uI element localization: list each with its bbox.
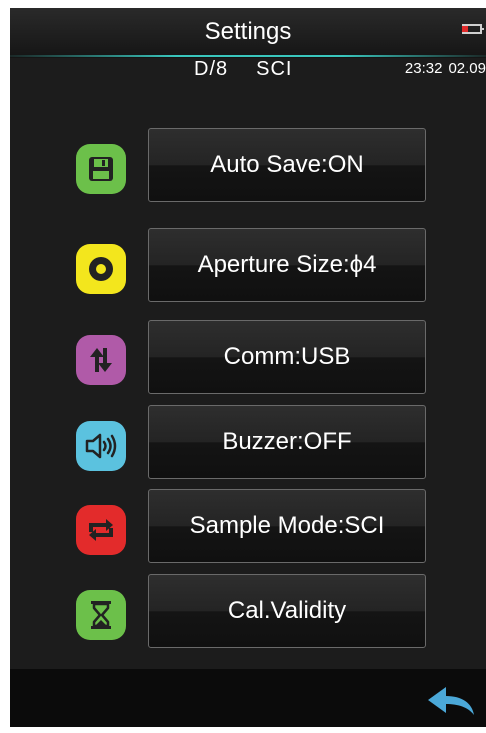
top-bar: Settings [10, 8, 486, 58]
clock: 23:32 02.09 [399, 60, 486, 77]
mode-label: SCI [256, 58, 293, 80]
buzzer-button[interactable]: Buzzer:OFF [148, 405, 426, 479]
date-label: 02.09 [448, 60, 486, 77]
sample-mode-button[interactable]: Sample Mode:SCI [148, 489, 426, 563]
page-title: Settings [204, 18, 292, 45]
transfer-icon[interactable] [76, 335, 126, 385]
measurement-mode: D/8 SCI [194, 58, 320, 81]
header-divider [10, 55, 486, 57]
cal-validity-button[interactable]: Cal.Validity [148, 574, 426, 648]
geometry-label: D/8 [194, 58, 229, 80]
device-screen: Settings D/8 SCI 23:32 02.09 Auto Save:ON … [10, 8, 486, 727]
repeat-icon[interactable] [76, 505, 126, 555]
auto-save-button[interactable]: Auto Save:ON [148, 128, 426, 202]
time-label: 23:32 [404, 60, 443, 77]
bottom-bar [10, 669, 486, 727]
aperture-size-button[interactable]: Aperture Size:ϕ4 [148, 228, 426, 302]
battery-icon [462, 24, 484, 34]
hourglass-icon[interactable] [76, 590, 126, 640]
save-icon[interactable] [76, 144, 126, 194]
back-arrow-icon[interactable] [424, 683, 478, 717]
aperture-icon[interactable] [76, 244, 126, 294]
speaker-icon[interactable] [76, 421, 126, 471]
comm-button[interactable]: Comm:USB [148, 320, 426, 394]
